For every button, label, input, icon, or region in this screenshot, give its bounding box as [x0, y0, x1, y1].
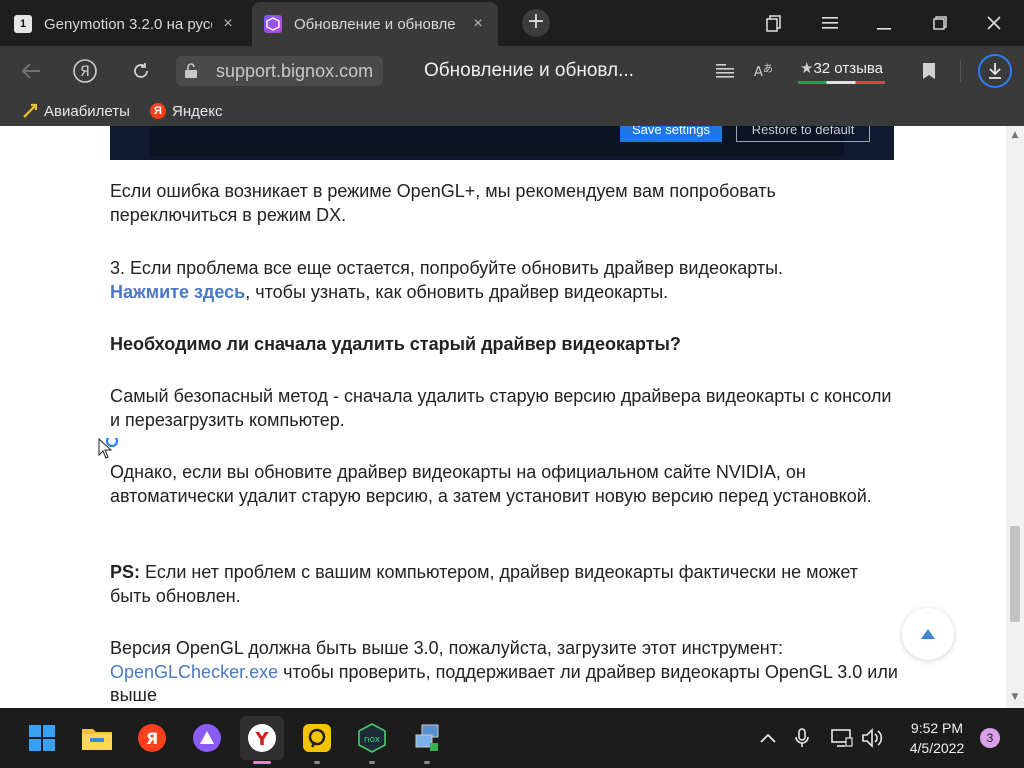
- bookmark-label: Авиабилеты: [44, 102, 130, 120]
- screenshot-inner: Save settings Restore to default: [150, 126, 870, 156]
- paragraph-ps: PS: Если нет проблем с вашим компьютером…: [110, 561, 900, 608]
- yandex-icon: Я: [150, 103, 166, 119]
- yandex-app-icon[interactable]: Я: [130, 716, 174, 760]
- alice-assistant-icon[interactable]: [185, 716, 229, 760]
- running-indicator: [314, 761, 320, 764]
- clock-date: 4/5/2022: [909, 740, 965, 756]
- start-button[interactable]: [20, 716, 64, 760]
- ps-label: PS:: [110, 562, 141, 582]
- translate-icon[interactable]: Aあ: [748, 56, 778, 86]
- paragraph-opengl-dx: Если ошибка возникает в режиме OpenGL+, …: [110, 181, 776, 225]
- restore-window-icon[interactable]: [920, 8, 960, 38]
- new-tab-button[interactable]: +: [522, 9, 550, 37]
- close-window-icon[interactable]: [974, 8, 1014, 38]
- nox-player-icon[interactable]: nox: [350, 716, 394, 764]
- reader-mode-icon[interactable]: [710, 56, 740, 86]
- yandex-logo-icon[interactable]: Я: [70, 56, 100, 86]
- active-indicator: [253, 761, 271, 764]
- tab-genymotion[interactable]: 1 Genymotion 3.2.0 на русск ×: [2, 4, 248, 44]
- tab-strip: 1 Genymotion 3.2.0 на русск × Обновление…: [0, 0, 1024, 46]
- paragraph-update-driver: 3. Если проблема все еще остается, попро…: [110, 257, 900, 304]
- windows-logo-icon: [29, 725, 55, 751]
- paragraph-text: , чтобы узнать, как обновить драйвер вид…: [245, 281, 669, 302]
- file-explorer-icon[interactable]: [75, 716, 119, 760]
- bookmark-aviatickets[interactable]: Авиабилеты: [22, 100, 130, 122]
- tab-number-icon: 1: [14, 15, 32, 33]
- reviews-label: 32 отзыва: [813, 60, 883, 77]
- show-hidden-icons-chevron-icon[interactable]: [756, 726, 780, 750]
- mouse-cursor-icon: [98, 434, 122, 462]
- page-content: Save settings Restore to default Если ош…: [0, 126, 1006, 708]
- clock-time: 9:52 PM: [910, 720, 964, 736]
- app-yellow-icon[interactable]: [295, 716, 339, 764]
- openglchecker-link[interactable]: OpenGLChecker.exe: [110, 662, 278, 682]
- volume-icon[interactable]: [860, 726, 884, 750]
- bookmarks-bar: Авиабилеты Я Яндекс: [0, 96, 1024, 126]
- network-icon[interactable]: [830, 726, 854, 750]
- notification-badge[interactable]: 3: [980, 728, 1000, 748]
- running-indicator: [369, 761, 375, 764]
- close-tab-icon[interactable]: ×: [220, 16, 236, 32]
- bookmark-label: Яндекс: [172, 102, 223, 120]
- bookmark-icon[interactable]: [914, 56, 944, 86]
- reload-icon[interactable]: [126, 56, 156, 86]
- network-tool-icon[interactable]: [405, 716, 449, 764]
- image-save-settings-label: Save settings: [620, 126, 722, 142]
- lock-icon[interactable]: [176, 56, 206, 86]
- vertical-scrollbar[interactable]: ▲ ▼: [1006, 126, 1024, 708]
- tab-title: Genymotion 3.2.0 на русск: [44, 15, 212, 33]
- clock[interactable]: 9:52 PM 4/5/2022: [896, 718, 978, 758]
- click-here-link[interactable]: Нажмите здесь: [110, 282, 245, 302]
- nox-favicon-icon: [264, 15, 282, 33]
- tab-title: Обновление и обновле: [294, 15, 456, 33]
- scroll-up-arrow-icon[interactable]: ▲: [1010, 130, 1020, 140]
- star-icon: ★: [800, 60, 814, 77]
- settings-screenshot-image: Save settings Restore to default: [110, 126, 894, 160]
- reviews-button[interactable]: ★32 отзыва: [798, 58, 885, 84]
- svg-text:A: A: [754, 65, 763, 80]
- scrollbar-thumb[interactable]: [1010, 526, 1020, 622]
- bookmark-yandex[interactable]: Я Яндекс: [150, 100, 222, 122]
- paragraph-safe-method: Самый безопасный метод - сначала удалить…: [110, 386, 892, 430]
- running-indicator: [424, 761, 430, 764]
- divider: [960, 60, 961, 82]
- section-heading: Необходимо ли сначала удалить старый дра…: [110, 334, 681, 354]
- close-tab-icon[interactable]: ×: [470, 16, 486, 32]
- tab-active-update[interactable]: Обновление и обновле ×: [252, 2, 498, 46]
- paragraph-text: Если нет проблем с вашим компьютером, др…: [110, 562, 859, 606]
- svg-text:nox: nox: [364, 735, 381, 745]
- scroll-down-arrow-icon[interactable]: ▼: [1010, 692, 1020, 702]
- yandex-browser-icon[interactable]: Y: [240, 716, 284, 764]
- address-bar: Я support.bignox.com Обновление и обновл…: [0, 46, 1024, 96]
- browser-window: 1 Genymotion 3.2.0 на русск × Обновление…: [0, 0, 1024, 768]
- rating-bar: [798, 81, 885, 84]
- paragraph-text: 3. Если проблема все еще остается, попро…: [110, 258, 784, 278]
- svg-text:Я: Я: [146, 729, 158, 748]
- airplane-icon: [22, 103, 38, 119]
- arrow-up-icon: [921, 629, 935, 639]
- back-icon[interactable]: [16, 56, 46, 86]
- paragraph-opengl-version: Версия OpenGL должна быть выше 3.0, пожа…: [110, 637, 900, 708]
- page-title-in-address[interactable]: Обновление и обновл...: [424, 56, 634, 86]
- svg-text:Я: Я: [80, 64, 90, 80]
- menu-icon[interactable]: [810, 8, 850, 38]
- url-field[interactable]: support.bignox.com: [206, 56, 384, 86]
- image-restore-default-label: Restore to default: [736, 126, 870, 142]
- paragraph-text: Версия OpenGL должна быть выше 3.0, пожа…: [110, 638, 783, 658]
- microphone-icon[interactable]: [790, 726, 814, 750]
- scroll-to-top-button[interactable]: [902, 608, 954, 660]
- svg-text:Y: Y: [254, 729, 269, 750]
- svg-text:あ: あ: [763, 63, 773, 75]
- taskbar: Я Y nox 9:52 PM 4/5/2022 3: [0, 708, 1024, 768]
- download-icon[interactable]: [978, 54, 1012, 88]
- collections-icon[interactable]: [754, 8, 794, 38]
- minimize-icon[interactable]: [864, 8, 904, 38]
- paragraph-nvidia: Однако, если вы обновите драйвер видеока…: [110, 462, 872, 506]
